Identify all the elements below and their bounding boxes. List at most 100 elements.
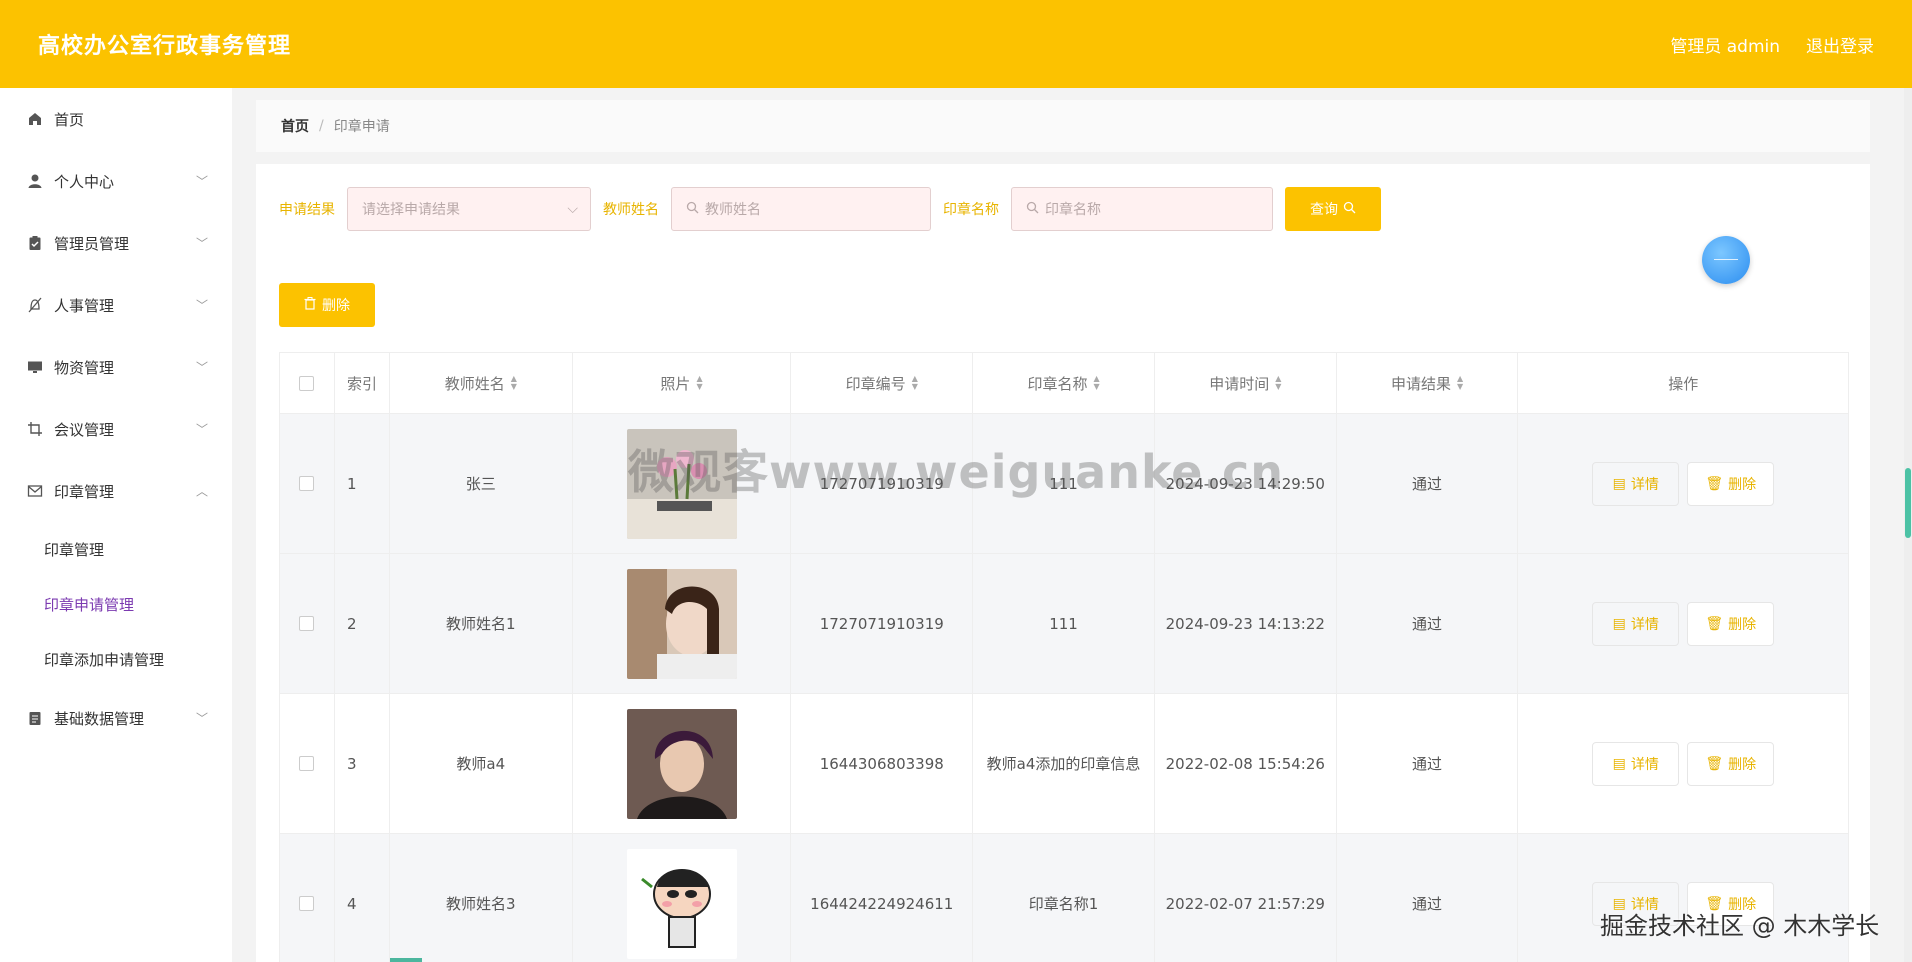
col-seal-no[interactable]: 印章编号 ▲ ▼ <box>791 353 974 413</box>
result-select-placeholder: 请选择申请结果 <box>362 202 460 218</box>
row-checkbox[interactable] <box>299 616 315 631</box>
batch-delete-button[interactable]: 删除 <box>279 283 375 327</box>
chevron-down-icon: ﹀ <box>195 298 208 313</box>
table-row: 4 教师姓名3 164424224924611 印章名称1 2022-02-07… <box>280 834 1848 962</box>
row-time: 2022-02-07 21:57:29 <box>1155 834 1337 962</box>
row-checkbox[interactable] <box>299 476 315 491</box>
sidebar-item-meeting[interactable]: 会议管理 ﹀ <box>0 398 232 460</box>
row-result: 通过 <box>1337 554 1519 693</box>
col-time[interactable]: 申请时间 ▲ ▼ <box>1155 353 1337 413</box>
pagination-current-page[interactable] <box>390 958 422 962</box>
chevron-down-icon: ﹀ <box>195 711 208 726</box>
chevron-down-icon: ﹀ <box>195 360 208 375</box>
delete-button[interactable]: 🗑 删除 <box>1687 601 1775 646</box>
sidebar-item-seal[interactable]: 印章管理 ︿ <box>0 460 232 522</box>
seal-filter-label: 印章名称 <box>943 202 999 218</box>
floating-assistant-button[interactable] <box>1702 236 1750 284</box>
chevron-down-icon: ﹀ <box>195 422 208 437</box>
col-seal-no-label: 印章编号 <box>845 374 906 393</box>
col-seal-name[interactable]: 印章名称 ▲ ▼ <box>973 353 1155 413</box>
teacher-photo-man[interactable] <box>626 708 737 819</box>
sort-icon[interactable]: ▲ ▼ <box>696 375 702 391</box>
teacher-name-input[interactable]: 教师姓名 <box>671 187 931 231</box>
col-seal-name-label: 印章名称 <box>1027 374 1088 393</box>
row-seal-no: 1644306803398 <box>791 694 974 833</box>
sidebar-item-label: 印章管理 <box>54 482 115 501</box>
clipboard-icon <box>26 234 44 252</box>
sidebar-item-label: 物资管理 <box>54 358 115 377</box>
sidebar-item-label: 会议管理 <box>54 420 115 439</box>
col-result[interactable]: 申请结果 ▲ ▼ <box>1337 353 1519 413</box>
select-all-checkbox[interactable] <box>299 375 315 391</box>
sidebar-item-hr[interactable]: 人事管理 ﹀ <box>0 274 232 336</box>
row-index: 2 <box>335 554 390 693</box>
row-checkbox[interactable] <box>299 896 315 911</box>
submenu-item-seal-application[interactable]: 印章申请管理 <box>0 577 232 632</box>
col-teacher-label: 教师姓名 <box>444 374 505 393</box>
bell-off-icon <box>26 296 44 314</box>
sidebar: 首页 个人中心 ﹀ 管理员管理 ﹀ 人事管理 ﹀ 物资管理 ﹀ 会议管理 ﹀ 印… <box>0 88 232 962</box>
sidebar-item-label: 个人中心 <box>54 172 115 191</box>
row-index: 1 <box>335 414 390 553</box>
detail-button[interactable]: ▤ 详情 <box>1592 461 1680 506</box>
search-icon <box>1026 201 1039 218</box>
teacher-filter-label: 教师姓名 <box>603 202 659 218</box>
page-scrollbar[interactable] <box>1904 88 1912 962</box>
batch-delete-label: 删除 <box>322 298 350 314</box>
teacher-photo-cartoon[interactable] <box>626 848 737 959</box>
app-title: 高校办公室行政事务管理 <box>38 34 292 59</box>
sort-icon[interactable]: ▲ ▼ <box>1093 375 1099 391</box>
user-label[interactable]: 管理员 admin <box>1670 32 1780 57</box>
delete-button-label: 删除 <box>1728 616 1757 633</box>
row-time: 2024-09-23 14:13:22 <box>1155 554 1337 693</box>
breadcrumb-separator: / <box>319 118 324 134</box>
delete-button[interactable]: 🗑 删除 <box>1687 461 1775 506</box>
sidebar-item-label: 首页 <box>54 110 85 129</box>
row-teacher: 教师姓名3 <box>390 834 573 962</box>
delete-button-label: 删除 <box>1728 476 1757 493</box>
result-filter-label: 申请结果 <box>279 202 335 218</box>
corner-watermark: 掘金技术社区 @ 木木学长 <box>1600 912 1880 940</box>
sidebar-item-materials[interactable]: 物资管理 ﹀ <box>0 336 232 398</box>
sidebar-item-label: 基础数据管理 <box>54 709 145 728</box>
sort-icon[interactable]: ▲ ▼ <box>1457 375 1463 391</box>
delete-button-label: 删除 <box>1728 756 1757 773</box>
submenu-item-seal-add-application[interactable]: 印章添加申请管理 <box>0 632 232 687</box>
sort-icon[interactable]: ▲ ▼ <box>1275 375 1281 391</box>
breadcrumb-home[interactable]: 首页 <box>281 116 309 136</box>
teacher-photo-woman[interactable] <box>626 568 737 679</box>
chevron-down-icon: ⌵ <box>567 201 578 217</box>
detail-button-label: 详情 <box>1630 476 1659 493</box>
detail-button[interactable]: ▤ 详情 <box>1592 601 1680 646</box>
row-checkbox[interactable] <box>299 756 315 771</box>
result-select[interactable]: 请选择申请结果 ⌵ <box>347 187 591 231</box>
query-button[interactable]: 查询 <box>1285 187 1381 231</box>
sidebar-item-basic-data[interactable]: 基础数据管理 ﹀ <box>0 687 232 749</box>
seal-name-input[interactable]: 印章名称 <box>1011 187 1273 231</box>
row-index: 3 <box>335 694 390 833</box>
col-teacher[interactable]: 教师姓名 ▲ ▼ <box>390 353 573 413</box>
sort-icon[interactable]: ▲ ▼ <box>511 375 517 391</box>
seal-name-placeholder: 印章名称 <box>1045 202 1101 218</box>
sort-icon[interactable]: ▲ ▼ <box>912 375 918 391</box>
delete-button[interactable]: 🗑 删除 <box>1687 741 1775 786</box>
filter-bar: 申请结果 请选择申请结果 ⌵ 教师姓名 教师姓名 印章名称 印章名称 查询 <box>279 187 1381 231</box>
sidebar-item-admin[interactable]: 管理员管理 ﹀ <box>0 212 232 274</box>
logout-link[interactable]: 退出登录 <box>1806 32 1874 57</box>
watermark-text: 微观客www.weiguanke.cn <box>628 445 1284 499</box>
submenu-item-seal[interactable]: 印章管理 <box>0 522 232 577</box>
col-actions: 操作 <box>1668 374 1699 393</box>
trash-icon: 🗑 <box>1705 615 1724 632</box>
sidebar-item-label: 人事管理 <box>54 296 115 315</box>
user-icon <box>26 172 44 190</box>
scrollbar-thumb[interactable] <box>1905 468 1911 538</box>
sidebar-item-home[interactable]: 首页 <box>0 88 232 150</box>
detail-button-label: 详情 <box>1630 616 1659 633</box>
col-photo[interactable]: 照片 ▲ ▼ <box>573 353 792 413</box>
detail-button[interactable]: ▤ 详情 <box>1592 741 1680 786</box>
table-header-row: 索引 教师姓名 ▲ ▼ 照片 ▲ ▼ 印章编号 ▲ ▼ 印章名称 ▲ ▼ 申请时间 ▲ ▼ 申请结果… <box>280 353 1848 414</box>
sidebar-item-personal[interactable]: 个人中心 ﹀ <box>0 150 232 212</box>
trash-icon: 🗑 <box>1705 475 1724 492</box>
col-time-label: 申请时间 <box>1209 374 1270 393</box>
breadcrumb-current: 印章申请 <box>333 119 390 135</box>
